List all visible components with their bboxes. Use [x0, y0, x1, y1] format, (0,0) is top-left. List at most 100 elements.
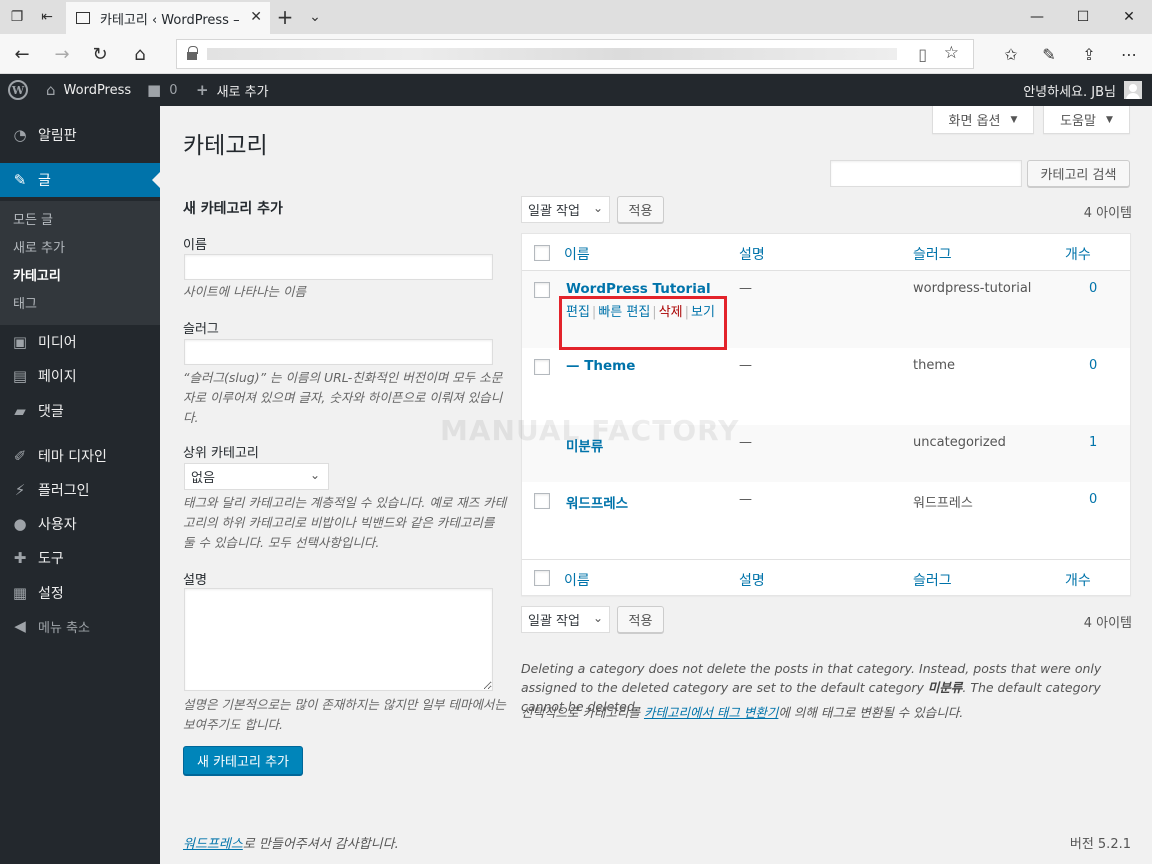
- sidebar-item-media[interactable]: ▣ 미디어: [0, 325, 160, 359]
- home-icon[interactable]: ⌂: [120, 34, 160, 74]
- row-checkbox[interactable]: [534, 282, 550, 298]
- submenu-categories[interactable]: 카테고리: [13, 265, 61, 284]
- category-name-link[interactable]: 워드프레스: [566, 492, 628, 512]
- category-search-input[interactable]: [830, 160, 1022, 187]
- add-category-button[interactable]: 새 카테고리 추가: [183, 746, 303, 775]
- sidebar-item-tools[interactable]: ✚ 도구: [0, 541, 160, 575]
- sidebar-item-label: 댓글: [38, 404, 64, 420]
- select-all-checkbox[interactable]: [534, 245, 550, 261]
- column-count[interactable]: 개수: [1065, 570, 1091, 590]
- close-icon[interactable]: ✕: [250, 9, 262, 25]
- sidebar-item-appearance[interactable]: ✐ 테마 디자인: [0, 439, 160, 473]
- account-menu[interactable]: 안녕하세요. JB님: [1023, 74, 1142, 106]
- category-name-link[interactable]: — Theme: [566, 358, 635, 374]
- greeting: 안녕하세요. JB님: [1023, 84, 1116, 100]
- pushpin-icon: ✎: [13, 171, 27, 189]
- bulk-action-value: 일괄 작업: [528, 614, 580, 629]
- category-slug-input[interactable]: [184, 339, 493, 365]
- sidebar-item-label: 페이지: [38, 369, 77, 385]
- submenu-tags[interactable]: 태그: [13, 293, 37, 312]
- sidebar-item-dashboard[interactable]: ◔ 알림판: [0, 118, 160, 152]
- blurred-url: [207, 48, 897, 60]
- category-count-link[interactable]: 0: [1089, 281, 1097, 296]
- set-aside-tabs-icon[interactable]: ⇤: [32, 0, 62, 34]
- address-bar[interactable]: ▯ ☆: [176, 39, 974, 69]
- slug-label: 슬러그: [183, 322, 219, 337]
- chevron-down-icon: ⌄: [309, 468, 320, 482]
- collapse-label: 메뉴 축소: [38, 620, 90, 636]
- more-icon[interactable]: ⋯: [1110, 34, 1148, 74]
- column-name[interactable]: 이름: [564, 570, 590, 590]
- lock-icon: [187, 46, 198, 60]
- collapse-menu-button[interactable]: ◀ 메뉴 축소: [0, 609, 160, 643]
- column-name[interactable]: 이름: [564, 244, 590, 264]
- maximize-icon[interactable]: ☐: [1060, 0, 1106, 34]
- minimize-icon[interactable]: —: [1014, 0, 1060, 34]
- submenu-all-posts[interactable]: 모든 글: [13, 209, 53, 228]
- row-checkbox[interactable]: [534, 359, 550, 375]
- share-icon[interactable]: ⇪: [1070, 34, 1108, 74]
- category-name-link[interactable]: WordPress Tutorial: [566, 281, 711, 297]
- new-content-link[interactable]: + 새로 추가: [196, 74, 269, 106]
- sidebar-item-settings[interactable]: ▦ 설정: [0, 576, 160, 610]
- tab-actions-icon[interactable]: ❐: [2, 0, 32, 34]
- sidebar-item-label: 글: [38, 173, 51, 189]
- apply-button-bottom[interactable]: 적용: [617, 606, 664, 633]
- category-description-textarea[interactable]: [184, 588, 493, 691]
- category-description: —: [739, 492, 752, 507]
- column-slug[interactable]: 슬러그: [913, 570, 952, 590]
- column-count[interactable]: 개수: [1065, 244, 1091, 264]
- column-description[interactable]: 설명: [739, 244, 765, 264]
- sidebar-item-plugins[interactable]: ⚡ 플러그인: [0, 473, 160, 507]
- row-checkbox[interactable]: [534, 493, 550, 509]
- form-heading: 새 카테고리 추가: [183, 201, 283, 217]
- new-tab-icon[interactable]: +: [270, 0, 300, 34]
- footer-text: 로 만들어주셔서 감사합니다.: [242, 837, 399, 852]
- submenu-add-new[interactable]: 새로 추가: [13, 237, 65, 256]
- sidebar-item-posts[interactable]: ✎ 글: [0, 163, 160, 197]
- chevron-down-icon[interactable]: ⌄: [300, 0, 330, 34]
- apply-button-top[interactable]: 적용: [617, 196, 664, 223]
- forward-icon[interactable]: →: [42, 34, 82, 74]
- category-count-link[interactable]: 0: [1089, 358, 1097, 373]
- tab-title: 카테고리 ‹ WordPress –: [100, 12, 240, 28]
- sidebar-item-label: 도구: [38, 551, 64, 567]
- wordpress-logo-icon[interactable]: W: [8, 74, 28, 106]
- reading-view-icon[interactable]: ▯: [918, 45, 927, 64]
- favorite-star-icon[interactable]: ☆: [944, 43, 959, 63]
- browser-tab-active[interactable]: 카테고리 ‹ WordPress – ✕: [66, 2, 270, 34]
- refresh-icon[interactable]: ↻: [80, 34, 120, 74]
- site-name-link[interactable]: ⌂ WordPress: [46, 74, 131, 106]
- search-categories-button[interactable]: 카테고리 검색: [1027, 160, 1130, 187]
- category-count-link[interactable]: 0: [1089, 492, 1097, 507]
- bulk-action-select-top[interactable]: 일괄 작업 ⌄: [521, 196, 610, 223]
- help-button[interactable]: 도움말 ▼: [1043, 106, 1130, 134]
- column-slug[interactable]: 슬러그: [913, 244, 952, 264]
- select-all-checkbox[interactable]: [534, 570, 550, 586]
- comment-icon: ■: [147, 81, 162, 99]
- pen-icon[interactable]: ✎: [1030, 34, 1068, 74]
- window-close-icon[interactable]: ✕: [1106, 0, 1152, 34]
- bulk-action-select-bottom[interactable]: 일괄 작업 ⌄: [521, 606, 610, 633]
- sidebar-item-label: 설정: [38, 586, 64, 602]
- screen-options-button[interactable]: 화면 옵션 ▼: [932, 106, 1034, 134]
- column-description[interactable]: 설명: [739, 570, 765, 590]
- caret-down-icon: ▼: [1105, 114, 1113, 125]
- parent-category-select[interactable]: 없음 ⌄: [184, 463, 329, 490]
- category-count-link[interactable]: 1: [1089, 435, 1097, 450]
- wordpress-link[interactable]: 워드프레스: [183, 837, 243, 852]
- plus-icon: +: [196, 81, 209, 99]
- category-slug: 워드프레스: [913, 496, 973, 511]
- category-name-input[interactable]: [184, 254, 493, 280]
- sidebar-item-comments[interactable]: ▰ 댓글: [0, 394, 160, 428]
- favorites-icon[interactable]: ✩: [992, 34, 1030, 74]
- sidebar-item-pages[interactable]: ▤ 페이지: [0, 359, 160, 393]
- convert-note-text-a: 선택적으로 카테고리를: [521, 705, 644, 720]
- back-icon[interactable]: ←: [2, 34, 42, 74]
- help-label: 도움말: [1060, 114, 1096, 129]
- sidebar-item-users[interactable]: ● 사용자: [0, 507, 160, 541]
- converter-link[interactable]: 카테고리에서 태그 변환기: [644, 705, 778, 720]
- comments-link[interactable]: ■ 0: [147, 74, 177, 106]
- item-count-bottom: 4 아이템: [1083, 616, 1132, 631]
- browser-navbar: ← → ↻ ⌂ ▯ ☆ ✩ ✎ ⇪ ⋯: [0, 34, 1152, 74]
